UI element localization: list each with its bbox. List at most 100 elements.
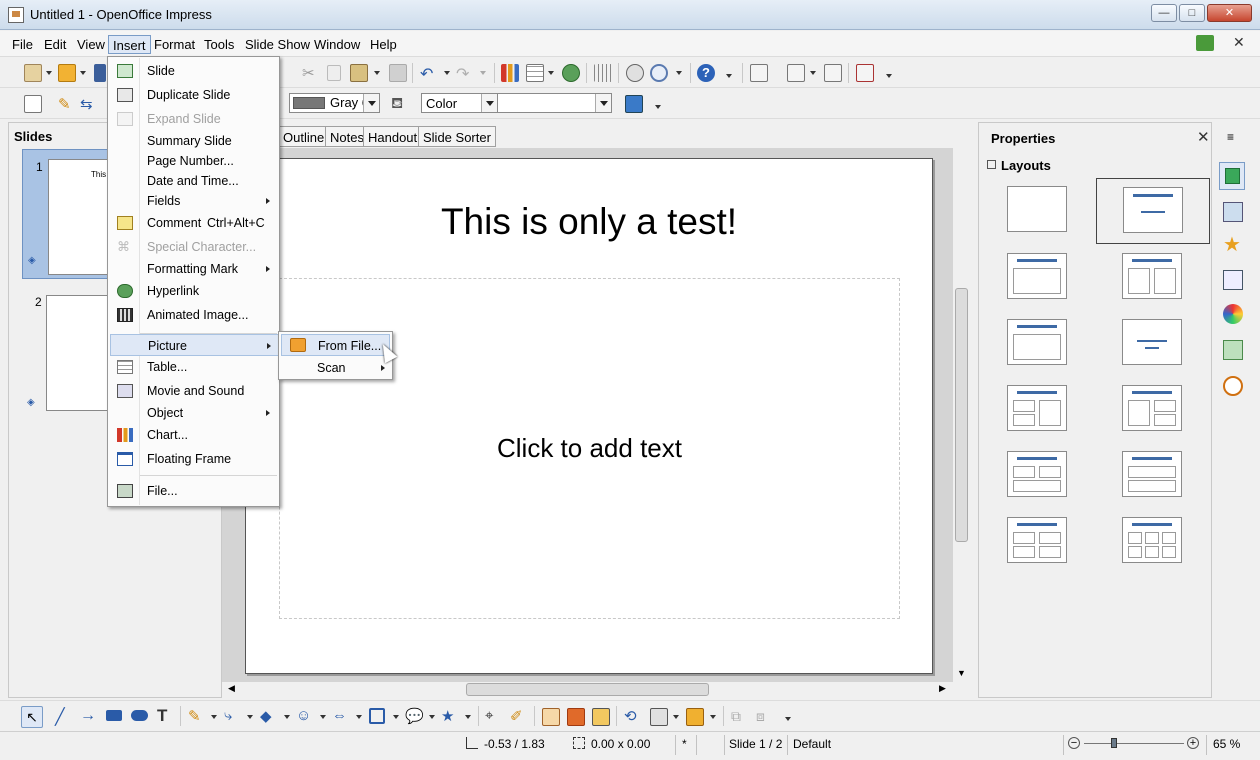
redo-dropdown-arrow-icon[interactable] — [480, 71, 486, 75]
layouts-collapse-icon[interactable] — [987, 160, 996, 169]
menu-edit[interactable]: Edit — [40, 35, 70, 54]
menu-window[interactable]: Window — [310, 35, 364, 54]
3d-objects-icon[interactable]: ⧈ — [756, 708, 774, 726]
layouts-section-title[interactable]: Layouts — [1001, 158, 1051, 173]
curve-dropdown-arrow-icon[interactable] — [211, 715, 217, 719]
menuitem-date-and-time[interactable]: Date and Time... — [108, 170, 279, 192]
menuitem-summary-slide[interactable]: Summary Slide — [108, 130, 279, 152]
menu-slide-show[interactable]: Slide Show — [241, 35, 314, 54]
block-arrows-icon[interactable]: ⇔ — [332, 707, 350, 725]
rotate-icon[interactable]: ⟲ — [624, 707, 642, 725]
ellipse-tool-icon[interactable] — [131, 710, 148, 721]
slide-design-icon[interactable] — [824, 64, 842, 82]
close-window-button[interactable]: ✕ — [1207, 4, 1252, 22]
menuitem-expand-slide[interactable]: Expand Slide — [108, 108, 279, 130]
layout-title-only[interactable] — [1007, 319, 1067, 365]
tab-outline[interactable]: Outline — [278, 126, 330, 147]
custom-animation-star-icon[interactable]: ★ — [1223, 235, 1241, 255]
vertical-scrollbar[interactable]: ▼ — [953, 148, 970, 682]
area-fill-select[interactable] — [497, 93, 612, 113]
sidebar-menu-icon[interactable]: ≡ — [1227, 130, 1234, 144]
layout-title-2-content-top[interactable] — [1007, 451, 1067, 497]
menuitem-fields[interactable]: Fields — [108, 190, 279, 212]
maximize-button[interactable]: □ — [1179, 4, 1205, 22]
line-arrow-tool-icon[interactable]: → — [80, 707, 98, 725]
vertical-scroll-thumb[interactable] — [955, 288, 968, 542]
rectangle-tool-icon[interactable] — [106, 710, 122, 721]
status-modified[interactable]: * — [682, 737, 687, 751]
line-color-select[interactable]: Gray 6 — [289, 93, 380, 113]
layout-title-2-content-left[interactable] — [1007, 385, 1067, 431]
hyperlink-globe-icon[interactable] — [562, 64, 580, 82]
shadow-icon[interactable] — [625, 95, 643, 113]
zoom-out-icon[interactable]: − — [1068, 737, 1080, 749]
curve-tool-icon[interactable]: ✎ — [188, 707, 206, 725]
menuitem-movie-and-sound[interactable]: Movie and Sound — [108, 380, 279, 402]
slide-canvas[interactable]: This is only a test! Click to add text — [245, 158, 933, 674]
save-icon[interactable] — [94, 64, 106, 82]
tab-slide-sorter[interactable]: Slide Sorter — [418, 126, 496, 147]
grid-icon[interactable] — [594, 64, 612, 82]
line-style-icon[interactable] — [24, 95, 42, 113]
content-placeholder-text[interactable]: Click to add text — [280, 433, 899, 464]
layout-dropdown-arrow-icon[interactable] — [810, 71, 816, 75]
symbol-shapes-icon[interactable]: ☺ — [296, 707, 314, 725]
table-dropdown-arrow-icon[interactable] — [548, 71, 554, 75]
block-arrows-dropdown-arrow-icon[interactable] — [356, 715, 362, 719]
align-dropdown-arrow-icon[interactable] — [673, 715, 679, 719]
menuitem-animated-image[interactable]: Animated Image... — [108, 304, 279, 326]
layout-title-content[interactable] — [1007, 253, 1067, 299]
update-download-icon[interactable] — [1196, 35, 1214, 51]
undo-icon[interactable]: ↶ — [420, 64, 438, 83]
zoom-slider-track[interactable] — [1084, 743, 1184, 744]
menu-help[interactable]: Help — [366, 35, 401, 54]
scroll-left-icon[interactable]: ◀ — [228, 683, 235, 694]
submenuitem-scan[interactable]: Scan — [281, 357, 390, 379]
slide-transition-icon[interactable] — [1223, 270, 1243, 290]
toolbar-overflow-arrow-icon-3[interactable] — [655, 105, 661, 109]
new-slide-icon[interactable] — [750, 64, 768, 82]
gallery-icon[interactable] — [1223, 340, 1243, 360]
slide-title-text[interactable]: This is only a test! — [246, 201, 932, 243]
copy-icon[interactable] — [327, 65, 341, 81]
menu-insert[interactable]: Insert — [108, 35, 151, 54]
properties-deck-icon[interactable] — [1219, 162, 1245, 190]
symbol-shapes-dropdown-arrow-icon[interactable] — [320, 715, 326, 719]
area-style-select[interactable]: Color — [421, 93, 498, 113]
line-color-dropdown-icon[interactable] — [363, 94, 379, 112]
menuitem-page-number[interactable]: Page Number... — [108, 150, 279, 172]
redo-icon[interactable]: ↷ — [456, 64, 474, 83]
menuitem-chart[interactable]: Chart... — [108, 424, 279, 446]
master-pages-icon[interactable] — [1223, 202, 1243, 222]
menuitem-special-character[interactable]: ⌘ Special Character... — [108, 236, 279, 258]
paste-icon[interactable] — [350, 64, 368, 82]
table-icon[interactable] — [526, 64, 544, 82]
text-tool-icon[interactable]: T — [157, 706, 175, 725]
line-pen-icon[interactable]: ✎ — [58, 95, 76, 113]
flowchart-dropdown-arrow-icon[interactable] — [393, 715, 399, 719]
menuitem-floating-frame[interactable]: Floating Frame — [108, 448, 279, 470]
navigator-compass-icon[interactable] — [626, 64, 644, 82]
menu-view[interactable]: View — [73, 35, 109, 54]
zoom-dropdown-arrow-icon[interactable] — [676, 71, 682, 75]
horizontal-scrollbar[interactable]: ◀ ▶ — [222, 682, 970, 698]
align-icon[interactable] — [650, 708, 668, 726]
zoom-slider-thumb[interactable] — [1111, 738, 1117, 748]
slide-layout-icon[interactable] — [787, 64, 805, 82]
menu-format[interactable]: Format — [150, 35, 199, 54]
insert-image-icon[interactable] — [567, 708, 585, 726]
extrusion-icon[interactable]: ⧉ — [731, 708, 749, 726]
arrow-style-icon[interactable]: ⇆ — [80, 95, 98, 113]
navigator-icon[interactable] — [1223, 376, 1243, 396]
menuitem-slide[interactable]: Slide — [108, 60, 279, 82]
connector-tool-icon[interactable]: ⤷ — [224, 707, 242, 725]
glue-points-icon[interactable]: ✐ — [510, 707, 528, 725]
help-icon[interactable]: ? — [697, 64, 715, 82]
horizontal-scroll-thumb[interactable] — [466, 683, 709, 696]
open-dropdown-arrow-icon[interactable] — [80, 71, 86, 75]
layout-title-content-preview[interactable] — [1123, 187, 1183, 233]
scroll-down-icon[interactable]: ▼ — [957, 668, 966, 678]
layout-title-6-content[interactable] — [1122, 517, 1182, 563]
new-document-icon[interactable] — [24, 64, 42, 82]
close-document-button[interactable]: ✕ — [1233, 34, 1245, 51]
